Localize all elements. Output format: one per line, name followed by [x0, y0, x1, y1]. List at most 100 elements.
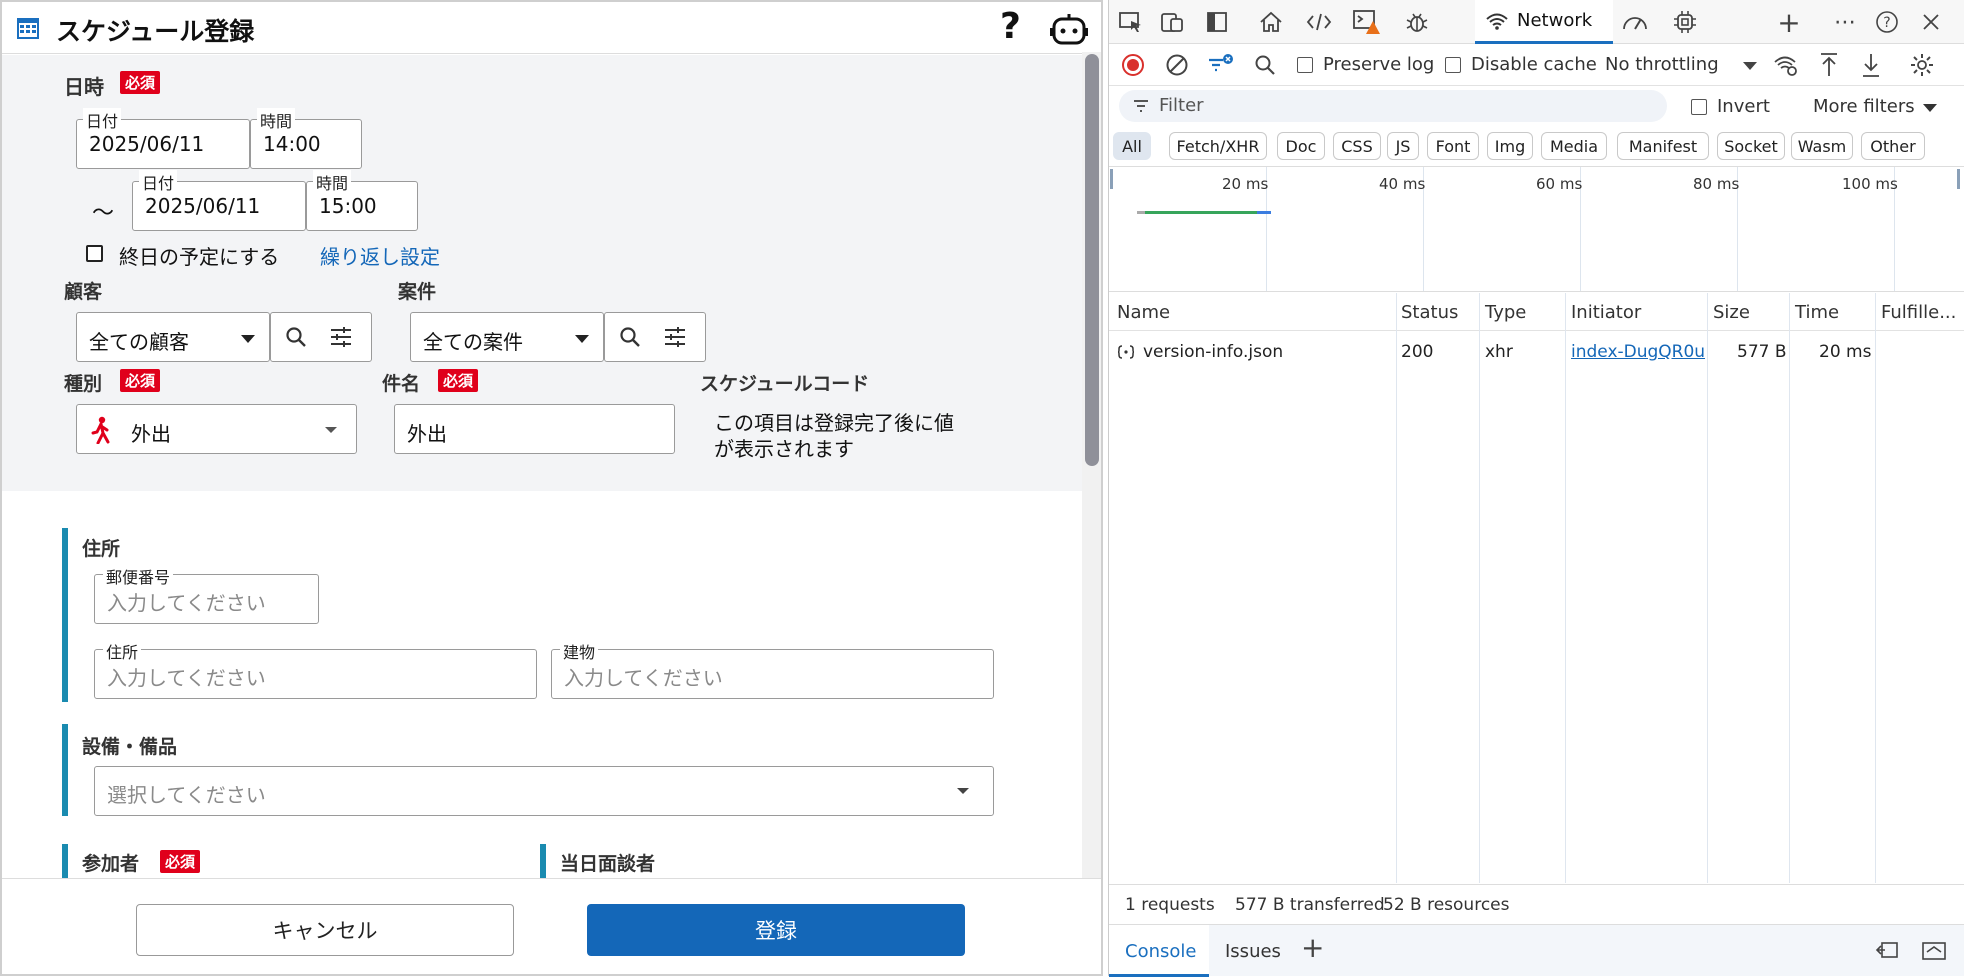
- invert-checkbox[interactable]: [1691, 99, 1707, 115]
- search-icon[interactable]: [285, 326, 307, 348]
- timeline-handle-left[interactable]: [1110, 169, 1113, 189]
- add-tab-icon[interactable]: +: [1775, 6, 1803, 39]
- postal-code-input[interactable]: 郵便番号 入力してください: [94, 564, 319, 624]
- column-time[interactable]: Time: [1795, 302, 1839, 323]
- form-scrollbar[interactable]: [1082, 52, 1101, 898]
- schedule-code-note-2: が表示されます: [714, 437, 854, 461]
- disable-cache-checkbox[interactable]: [1445, 57, 1461, 73]
- request-type: xhr: [1485, 342, 1513, 362]
- repeat-settings-link[interactable]: 繰り返し設定: [320, 241, 440, 270]
- clear-icon[interactable]: [1165, 53, 1189, 77]
- more-tools-icon[interactable]: ⋯: [1831, 8, 1859, 36]
- sidebar-toggle-icon[interactable]: [1203, 8, 1231, 36]
- scrollbar-thumb[interactable]: [1085, 54, 1099, 466]
- preserve-log-checkbox[interactable]: [1297, 57, 1313, 73]
- upload-icon[interactable]: [1819, 52, 1839, 78]
- performance-icon[interactable]: [1621, 8, 1649, 36]
- help-icon[interactable]: ?: [1000, 6, 1021, 47]
- column-status[interactable]: Status: [1401, 302, 1458, 323]
- help-icon[interactable]: ?: [1873, 8, 1901, 36]
- end-date-field[interactable]: 日付 2025/06/11: [132, 170, 306, 231]
- column-fulfilled[interactable]: Fulfille...: [1881, 302, 1956, 323]
- search-icon[interactable]: [619, 326, 641, 348]
- network-overview-timeline[interactable]: 20 ms 40 ms 60 ms 80 ms 100 ms: [1109, 166, 1964, 292]
- building-input[interactable]: 建物 入力してください: [551, 639, 994, 699]
- throttling-select[interactable]: No throttling: [1605, 54, 1719, 75]
- type-filter-js[interactable]: JS: [1387, 132, 1419, 160]
- type-filter-socket[interactable]: Socket: [1717, 132, 1785, 160]
- column-name[interactable]: Name: [1117, 302, 1170, 323]
- request-initiator-link[interactable]: index-DugQR0u: [1571, 342, 1705, 362]
- dialog-header: スケジュール登録 ?: [2, 2, 1101, 54]
- download-icon[interactable]: [1861, 52, 1881, 78]
- inspect-element-icon[interactable]: [1117, 8, 1145, 36]
- type-filter-manifest[interactable]: Manifest: [1617, 132, 1709, 160]
- column-divider: [1789, 293, 1790, 883]
- type-filter-font[interactable]: Font: [1427, 132, 1479, 160]
- type-filter-img[interactable]: Img: [1487, 132, 1533, 160]
- chevron-down-icon[interactable]: [1743, 62, 1757, 70]
- add-drawer-tab-icon[interactable]: +: [1301, 931, 1324, 964]
- debugger-icon[interactable]: [1403, 8, 1431, 36]
- settings-gear-icon[interactable]: [1909, 52, 1935, 78]
- start-time-field[interactable]: 時間 14:00: [250, 108, 362, 169]
- robot-icon[interactable]: [1050, 12, 1088, 46]
- record-stop-icon[interactable]: [1121, 53, 1145, 77]
- network-conditions-icon[interactable]: [1773, 53, 1799, 77]
- filter-icon: [1134, 100, 1148, 112]
- filter-clear-icon[interactable]: [1207, 52, 1235, 78]
- schedule-dialog: スケジュール登録 ? 日時 必須 日付 2025/06/11 時間 14:00 …: [0, 0, 1103, 976]
- datetime-label: 日時: [64, 75, 104, 99]
- timeline-handle-right[interactable]: [1957, 169, 1960, 189]
- submit-button[interactable]: 登録: [587, 904, 965, 956]
- address-input[interactable]: 住所 入力してください: [94, 639, 537, 699]
- filter-row: Filter Invert More filters: [1109, 86, 1964, 130]
- kind-select[interactable]: 外出: [76, 404, 357, 454]
- start-date-field[interactable]: 日付 2025/06/11: [76, 108, 250, 169]
- console-warning-icon[interactable]: [1353, 8, 1381, 36]
- type-filter-css[interactable]: CSS: [1333, 132, 1381, 160]
- dock-drawer-icon[interactable]: [1875, 940, 1899, 962]
- drawer-tab-console[interactable]: Console: [1109, 925, 1209, 977]
- wifi-icon: [1486, 13, 1508, 30]
- device-toolbar-icon[interactable]: [1159, 8, 1187, 36]
- allday-checkbox[interactable]: [86, 245, 103, 262]
- type-filter-doc[interactable]: Doc: [1277, 132, 1325, 160]
- equipment-select[interactable]: 選択してください: [94, 766, 994, 816]
- column-divider: [1875, 293, 1876, 883]
- tab-network[interactable]: Network: [1475, 0, 1613, 44]
- home-icon[interactable]: [1257, 8, 1285, 36]
- close-icon[interactable]: [1917, 8, 1945, 36]
- table-row[interactable]: version-info.json 200 xhr index-DugQR0u …: [1109, 332, 1964, 372]
- column-initiator[interactable]: Initiator: [1571, 302, 1641, 323]
- range-tilde: ～: [92, 201, 115, 226]
- close-drawer-icon[interactable]: [1921, 940, 1947, 962]
- subject-input[interactable]: 外出: [394, 404, 675, 454]
- memory-icon[interactable]: [1671, 8, 1699, 36]
- filter-settings-icon[interactable]: [663, 326, 687, 348]
- requests-table-header: Name Status Type Initiator Size Time Ful…: [1109, 293, 1964, 331]
- filter-settings-icon[interactable]: [329, 326, 353, 348]
- network-toolbar: Preserve log Disable cache No throttling: [1109, 44, 1964, 86]
- project-select[interactable]: 全ての案件: [410, 312, 604, 362]
- search-icon[interactable]: [1253, 53, 1277, 77]
- customer-select[interactable]: 全ての顧客: [76, 312, 270, 362]
- chevron-down-icon[interactable]: [1923, 104, 1937, 112]
- type-filter-wasm[interactable]: Wasm: [1791, 132, 1853, 160]
- type-filter-other[interactable]: Other: [1861, 132, 1925, 160]
- type-filter-all[interactable]: All: [1113, 132, 1151, 160]
- type-filter-fetch-xhr[interactable]: Fetch/XHR: [1169, 132, 1267, 160]
- drawer-tab-issues[interactable]: Issues: [1225, 941, 1281, 962]
- chevron-down-icon: [325, 427, 337, 433]
- timeline-tick-label: 40 ms: [1379, 175, 1426, 193]
- column-type[interactable]: Type: [1485, 302, 1526, 323]
- more-filters-button[interactable]: More filters: [1813, 96, 1915, 117]
- cancel-button[interactable]: キャンセル: [136, 904, 514, 956]
- end-time-field[interactable]: 時間 15:00: [306, 170, 418, 231]
- preserve-log-label: Preserve log: [1323, 54, 1435, 75]
- column-size[interactable]: Size: [1713, 302, 1750, 323]
- request-name: version-info.json: [1143, 342, 1284, 362]
- filter-input[interactable]: Filter: [1119, 90, 1667, 122]
- type-filter-media[interactable]: Media: [1541, 132, 1607, 160]
- elements-icon[interactable]: [1305, 8, 1333, 36]
